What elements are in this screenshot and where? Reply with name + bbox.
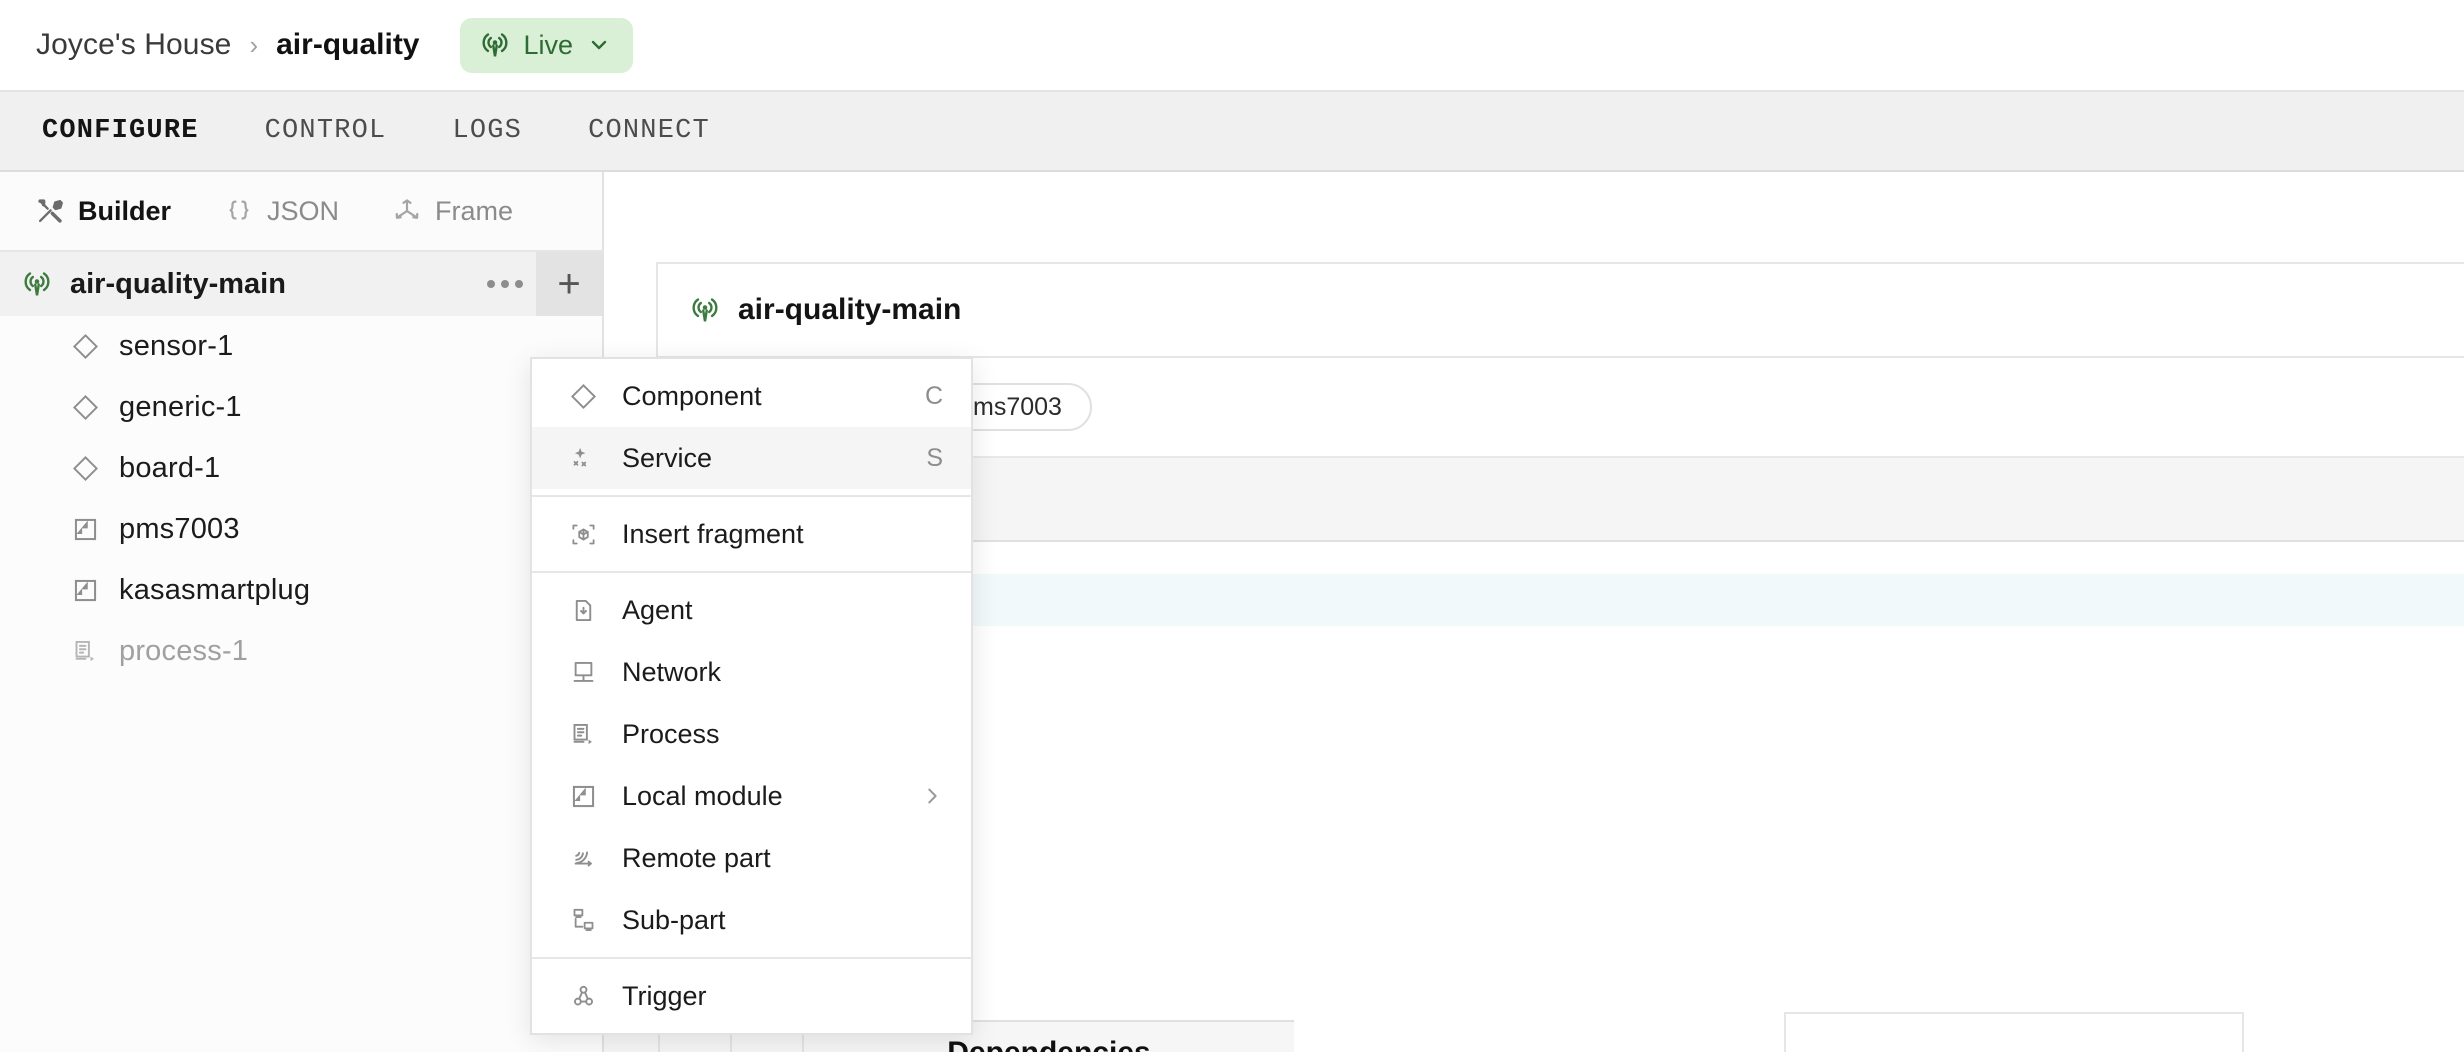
breadcrumb-bar: Joyce's House › air-quality Live [0,0,2464,92]
agent-file-icon [566,597,600,624]
tree-root-actions: + [474,252,602,316]
menu-item-agent[interactable]: Agent [532,579,971,641]
remote-antenna-icon [566,845,600,872]
live-radar-icon [22,269,52,299]
tree-item-pms7003[interactable]: pms7003 [0,499,602,560]
menu-item-label: Local module [622,780,783,811]
tree-item-label: pms7003 [119,513,240,545]
bottom-strip-label: Dependencies [947,1036,1150,1052]
menu-item-component[interactable]: Component C [532,365,971,427]
fragment-cube-icon [566,521,600,548]
subpart-icon [566,907,600,934]
subtab-json[interactable]: JSON [225,196,339,227]
panel-header: air-quality-main [656,262,2464,358]
menu-item-shortcut: C [924,381,943,410]
tools-icon [36,197,64,225]
tab-connect[interactable]: CONNECT [588,116,710,146]
dot [487,280,495,288]
menu-item-trigger[interactable]: Trigger [532,965,971,1027]
service-sparkle-icon [566,445,600,472]
diamond-icon [566,383,600,410]
menu-item-process[interactable]: Process [532,703,971,765]
add-resource-label: + [557,262,581,306]
subtab-builder-label: Builder [78,195,172,226]
panel-title: air-quality-main [738,293,962,326]
braces-icon [225,197,253,225]
menu-item-label: Network [622,656,722,687]
menu-group-trigger: Trigger [532,959,971,1033]
add-resource-button[interactable]: + [536,252,602,316]
chevron-down-icon [587,33,611,57]
live-radar-icon [690,295,720,325]
breadcrumb-separator-icon: › [249,29,259,60]
menu-item-label: Trigger [622,980,707,1011]
menu-item-shortcut: S [926,443,943,472]
subtab-frame[interactable]: Frame [393,196,513,227]
breadcrumb-current: air-quality [276,28,420,61]
menu-item-label: Insert fragment [622,518,804,549]
more-options-button[interactable] [474,252,536,316]
menu-item-label: Sub-part [622,904,726,935]
live-badge-label: Live [523,29,574,60]
tree-item-generic-1[interactable]: generic-1 [0,377,602,438]
chevron-right-icon [921,785,943,807]
diamond-icon [72,333,99,360]
menu-item-service[interactable]: Service S [532,427,971,489]
tree-item-label: board-1 [119,452,221,484]
live-status-badge[interactable]: Live [459,17,634,73]
menu-item-insert-fragment[interactable]: Insert fragment [532,503,971,565]
app-root: Joyce's House › air-quality Live CONFIGU… [0,0,2464,1052]
dot [501,280,509,288]
dot [515,280,523,288]
menu-item-label: Process [622,718,720,749]
tree-item-label: generic-1 [119,391,242,423]
menu-item-label: Remote part [622,842,771,873]
breadcrumb-root-link[interactable]: Joyce's House [36,28,231,62]
editor-mode-toolbar: Builder JSON Frame [0,172,604,252]
tree-item-label: kasasmartplug [119,574,311,606]
tree-item-label: process-1 [119,635,249,667]
diamond-icon [72,455,99,482]
trigger-webhook-icon [566,983,600,1010]
tree-item-process-1[interactable]: process-1 [0,621,602,682]
menu-item-label: Agent [622,594,693,625]
subtab-frame-label: Frame [435,195,514,226]
menu-item-remote-part[interactable]: Remote part [532,827,971,889]
resource-tree: air-quality-main + sensor-1 generic-1 bo… [0,252,604,1052]
add-resource-menu: Component C Service S Insert fragment Ag… [530,357,973,1035]
tree-item-sensor-1[interactable]: sensor-1 [0,316,602,377]
module-icon [72,577,99,604]
menu-item-network[interactable]: Network [532,641,971,703]
menu-item-local-module[interactable]: Local module [532,765,971,827]
panel-bottom-card [1784,1012,2244,1052]
tab-configure[interactable]: CONFIGURE [42,116,199,146]
process-icon [566,721,600,748]
network-monitor-icon [566,659,600,686]
main-tab-bar: CONFIGURE CONTROL LOGS CONNECT [0,92,2464,172]
menu-item-sub-part[interactable]: Sub-part [532,889,971,951]
tab-control[interactable]: CONTROL [265,116,387,146]
menu-group-parts: Agent Network Process Local module Remot… [532,573,971,957]
menu-group-primitives: Component C Service S [532,359,971,495]
menu-group-fragment: Insert fragment [532,497,971,571]
menu-item-label: Component [622,380,762,411]
tab-logs[interactable]: LOGS [452,116,522,146]
tree-item-label: sensor-1 [119,330,234,362]
axes-icon [393,197,421,225]
subtab-json-label: JSON [267,195,340,226]
subtab-builder[interactable]: Builder [36,196,171,227]
tree-root-item[interactable]: air-quality-main + [0,252,602,316]
process-icon [72,638,99,665]
diamond-icon [72,394,99,421]
tree-item-kasasmartplug[interactable]: kasasmartplug [0,560,602,621]
module-icon [566,783,600,810]
live-radar-icon [480,30,510,60]
tree-root-label: air-quality-main [70,267,286,300]
menu-item-label: Service [622,442,713,473]
module-icon [72,516,99,543]
tree-item-board-1[interactable]: board-1 [0,438,602,499]
